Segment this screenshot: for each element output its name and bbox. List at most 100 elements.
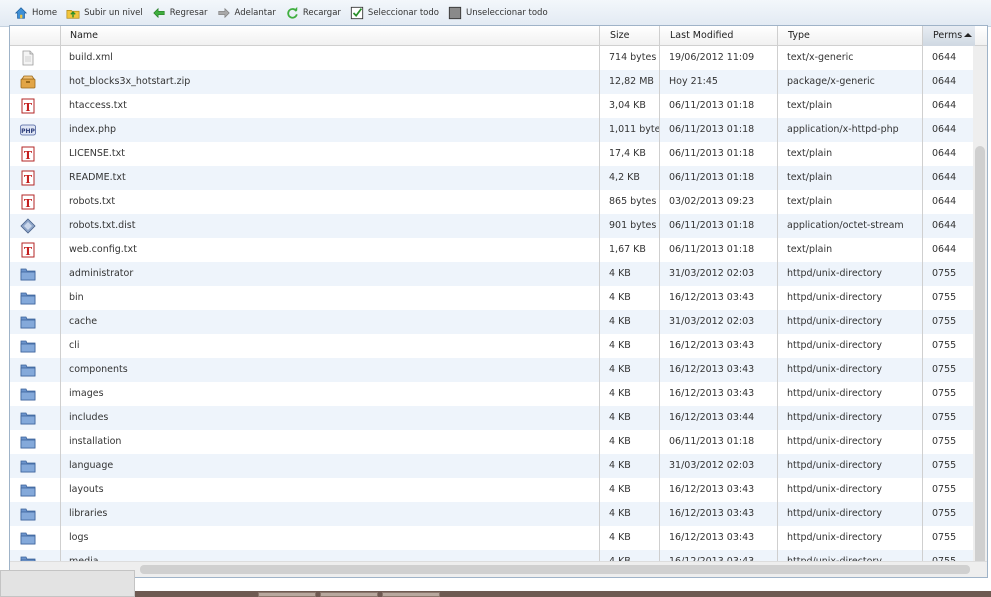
file-row[interactable]: Thtaccess.txt 3,04 KB 06/11/2013 01:18 text… [10,94,987,118]
back-button[interactable]: Regresar [152,6,208,20]
header-size[interactable]: Size [600,26,660,46]
file-name: images [69,388,104,399]
horizontal-scrollbar[interactable] [10,561,987,577]
file-modified: 16/12/2013 03:43 [669,388,755,399]
file-row[interactable]: build.xml 714 bytes 19/06/2012 11:09 text/x… [10,46,987,70]
file-perms: 0644 [932,196,957,207]
file-size: 12,82 MB [609,76,654,87]
file-row[interactable]: libraries 4 KB 16/12/2013 03:43 httpd/unix-… [10,502,987,526]
unselect-all-button[interactable]: Unseleccionar todo [448,6,548,20]
select-all-button[interactable]: Seleccionar todo [350,6,439,20]
file-row[interactable]: cache 4 KB 31/03/2012 02:03 httpd/unix-dire… [10,310,987,334]
file-size: 17,4 KB [609,148,646,159]
file-type: httpd/unix-directory [787,508,882,519]
taskbar-item[interactable] [382,592,440,597]
file-grid: Name Size Last Modified Type Perms build… [9,25,988,578]
file-type: application/octet-stream [787,220,904,231]
horizontal-scroll-thumb[interactable] [140,565,970,574]
folder-icon [20,290,36,306]
back-label: Regresar [169,8,208,18]
folder-icon [20,482,36,498]
file-modified: 06/11/2013 01:18 [669,220,755,231]
file-type: httpd/unix-directory [787,316,882,327]
home-button[interactable]: Home [14,6,57,20]
file-modified: 16/12/2013 03:43 [669,340,755,351]
file-size: 4 KB [609,484,631,495]
header-type[interactable]: Type [778,26,923,46]
header-perms[interactable]: Perms [923,26,975,46]
folder-icon [20,266,36,282]
file-type: package/x-generic [787,76,875,87]
file-perms: 0644 [932,220,957,231]
header-name[interactable]: Name [60,26,600,46]
file-row[interactable]: Trobots.txt 865 bytes 03/02/2013 09:23 text… [10,190,987,214]
header-icon-column [10,26,60,46]
file-row[interactable]: PHP index.php 1,011 byte 06/11/2013 01:18 ap… [10,118,987,142]
file-type: httpd/unix-directory [787,484,882,495]
file-row[interactable]: hot_blocks3x_hotstart.zip 12,82 MB Hoy 21:… [10,70,987,94]
file-size: 4 KB [609,364,631,375]
file-row[interactable]: logs 4 KB 16/12/2013 03:43 httpd/unix-direc… [10,526,987,550]
file-name: layouts [69,484,104,495]
forward-button[interactable]: Adelantar [217,6,276,20]
taskbar-item[interactable] [320,592,378,597]
file-size: 865 bytes [609,196,657,207]
file-row[interactable]: components 4 KB 16/12/2013 03:43 httpd/unix… [10,358,987,382]
file-perms: 0644 [932,124,957,135]
sort-ascending-icon [964,33,973,37]
text-file-icon: T [20,146,36,162]
file-row[interactable]: layouts 4 KB 16/12/2013 03:43 httpd/unix-di… [10,478,987,502]
svg-text:T: T [24,197,33,210]
file-type: text/plain [787,148,833,159]
vertical-scroll-thumb[interactable] [975,146,985,577]
folder-icon [20,530,36,546]
text-file-icon: T [20,170,36,186]
svg-text:T: T [24,101,33,114]
file-name: bin [69,292,84,303]
up-level-button[interactable]: Subir un nivel [66,6,143,20]
file-row[interactable]: Tweb.config.txt 1,67 KB 06/11/2013 01:18 te… [10,238,987,262]
folder-icon [20,506,36,522]
file-size: 4 KB [609,388,631,399]
file-modified: 16/12/2013 03:44 [669,412,755,423]
reload-icon [287,6,298,19]
binary-file-icon [20,218,36,234]
file-row[interactable]: installation 4 KB 06/11/2013 01:18 httpd/un… [10,430,987,454]
file-name: cli [69,340,80,351]
text-file-icon: T [20,242,36,258]
file-type: httpd/unix-directory [787,412,882,423]
taskbar-item[interactable] [258,592,316,597]
file-modified: 16/12/2013 03:43 [669,508,755,519]
file-modified: 16/12/2013 03:43 [669,484,755,495]
file-row[interactable]: T LICENSE.txt 17,4 KB 06/11/2013 01:18 text/… [10,142,987,166]
forward-label: Adelantar [234,8,276,18]
file-name: administrator [69,268,134,279]
file-row[interactable]: robots.txt.dist 901 bytes 06/11/2013 01:18… [10,214,987,238]
file-modified: 06/11/2013 01:18 [669,124,755,135]
file-row[interactable]: T README.txt 4,2 KB 06/11/2013 01:18 text/pl… [10,166,987,190]
file-modified: Hoy 21:45 [669,76,718,87]
reload-button[interactable]: Recargar [285,6,341,20]
file-row[interactable]: language 4 KB 31/03/2012 02:03 httpd/unix-d… [10,454,987,478]
file-perms: 0755 [932,532,957,543]
file-perms: 0755 [932,460,957,471]
file-row[interactable]: images 4 KB 16/12/2013 03:43 httpd/unix-dir… [10,382,987,406]
file-size: 4 KB [609,460,631,471]
file-name: hot_blocks3x_hotstart.zip [69,76,191,87]
file-modified: 16/12/2013 03:43 [669,292,755,303]
file-perms: 0755 [932,436,957,447]
file-name: logs [69,532,89,543]
folder-icon [20,410,36,426]
file-type: text/plain [787,172,833,183]
file-modified: 06/11/2013 01:18 [669,100,755,111]
file-type: httpd/unix-directory [787,460,882,471]
file-perms: 0755 [932,292,957,303]
header-last-modified[interactable]: Last Modified [660,26,778,46]
file-row[interactable]: includes 4 KB 16/12/2013 03:44 httpd/unix-d… [10,406,987,430]
vertical-scrollbar[interactable] [973,46,987,577]
file-perms: 0755 [932,412,957,423]
archive-icon [20,74,36,90]
file-row[interactable]: cli 4 KB 16/12/2013 03:43 httpd/unix-direct… [10,334,987,358]
file-row[interactable]: administrator 4 KB 31/03/2012 02:03 httpd/u… [10,262,987,286]
file-row[interactable]: bin 4 KB 16/12/2013 03:43 httpd/unix-direct… [10,286,987,310]
